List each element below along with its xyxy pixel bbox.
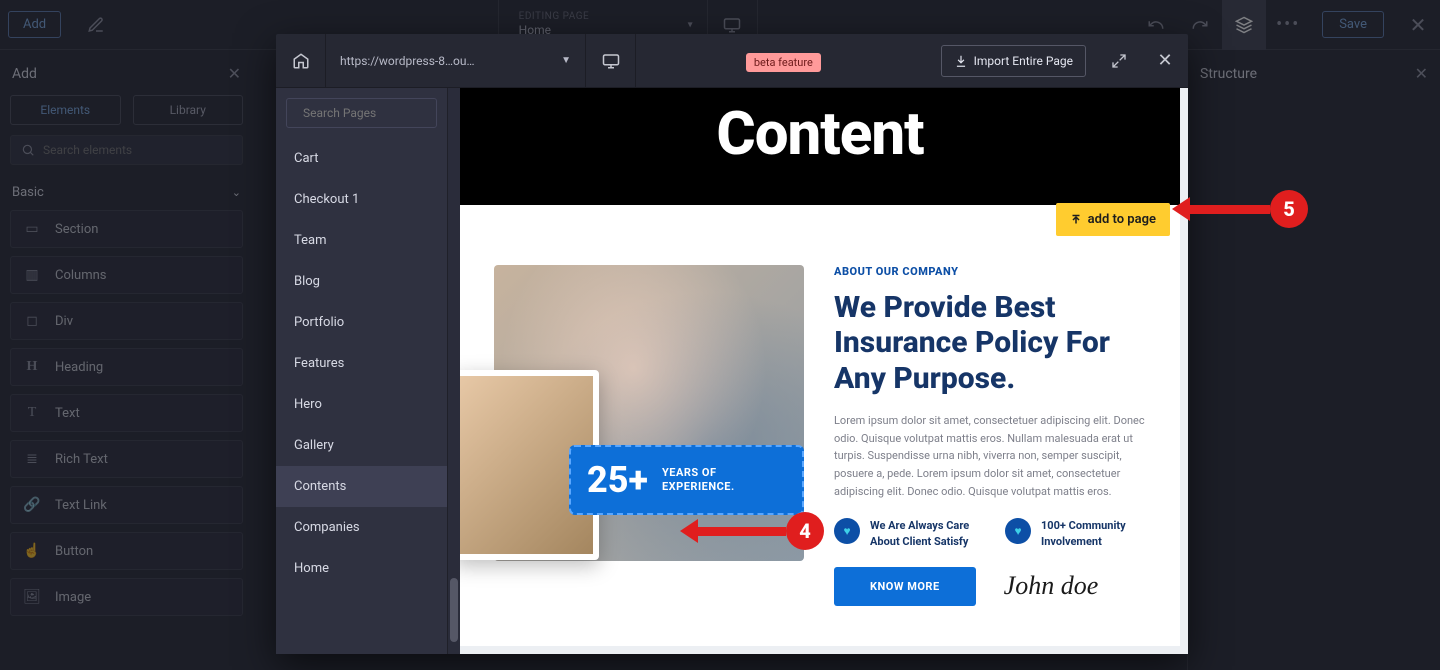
feature-text: 100+ Community Involvement bbox=[1041, 518, 1146, 549]
hero-title: Content bbox=[460, 98, 1180, 169]
stat-label: YEARS OF EXPERIENCE. bbox=[662, 466, 786, 495]
eyebrow-text: ABOUT OUR COMPANY bbox=[834, 265, 1146, 278]
download-icon bbox=[954, 54, 968, 68]
home-icon[interactable] bbox=[276, 34, 326, 88]
import-label: Import Entire Page bbox=[974, 54, 1073, 68]
import-modal: https://wordpress-8…ou… ▼ beta feature I… bbox=[276, 34, 1188, 654]
desktop-view-icon[interactable] bbox=[586, 34, 636, 88]
about-paragraph: Lorem ipsum dolor sit amet, consectetuer… bbox=[834, 412, 1146, 500]
upload-icon bbox=[1070, 214, 1082, 226]
beta-badge: beta feature bbox=[746, 51, 821, 70]
hero-section: Content bbox=[460, 88, 1180, 205]
page-item-checkout[interactable]: Checkout 1 bbox=[276, 179, 447, 220]
years-badge: 25+ YEARS OF EXPERIENCE. bbox=[569, 445, 804, 515]
page-item-cart[interactable]: Cart bbox=[276, 138, 447, 179]
scrollbar-thumb[interactable] bbox=[450, 578, 458, 642]
about-section: 25+ YEARS OF EXPERIENCE. ABOUT OUR COMPA… bbox=[460, 205, 1180, 646]
pages-list[interactable]: Cart Checkout 1 Team Blog Portfolio Feat… bbox=[276, 138, 447, 654]
close-modal-icon[interactable]: ✕ bbox=[1142, 50, 1188, 71]
search-pages-field[interactable] bbox=[303, 106, 459, 120]
page-item-contents[interactable]: Contents bbox=[276, 466, 447, 507]
page-item-gallery[interactable]: Gallery bbox=[276, 425, 447, 466]
page-item-portfolio[interactable]: Portfolio bbox=[276, 302, 447, 343]
pages-scrollbar[interactable] bbox=[448, 88, 460, 654]
know-more-button[interactable]: KNOW MORE bbox=[834, 567, 976, 606]
pages-sidebar: Cart Checkout 1 Team Blog Portfolio Feat… bbox=[276, 88, 448, 654]
page-item-features[interactable]: Features bbox=[276, 343, 447, 384]
page-item-companies[interactable]: Companies bbox=[276, 507, 447, 548]
about-headline: We Provide Best Insurance Policy For Any… bbox=[834, 290, 1146, 396]
about-image-group: 25+ YEARS OF EXPERIENCE. bbox=[494, 265, 804, 606]
import-entire-page-button[interactable]: Import Entire Page bbox=[941, 45, 1086, 77]
signature: John doe bbox=[1004, 571, 1099, 601]
search-pages-input[interactable] bbox=[286, 98, 437, 128]
url-selector[interactable]: https://wordpress-8…ou… ▼ bbox=[326, 34, 586, 88]
feature-2: ♥ 100+ Community Involvement bbox=[1005, 518, 1146, 549]
page-item-hero[interactable]: Hero bbox=[276, 384, 447, 425]
page-item-team[interactable]: Team bbox=[276, 220, 447, 261]
expand-icon[interactable] bbox=[1096, 53, 1142, 69]
url-text: https://wordpress-8…ou… bbox=[340, 54, 475, 68]
feature-text: We Are Always Care About Client Satisfy bbox=[870, 518, 975, 549]
add-to-page-label: add to page bbox=[1088, 212, 1156, 227]
stat-value: 25+ bbox=[587, 459, 648, 501]
heart-icon: ♥ bbox=[834, 518, 860, 544]
add-to-page-button[interactable]: add to page bbox=[1056, 203, 1170, 236]
page-item-blog[interactable]: Blog bbox=[276, 261, 447, 302]
heart-icon: ♥ bbox=[1005, 518, 1031, 544]
page-preview: Content add to page 25+ YEARS OF EXPERIE… bbox=[460, 88, 1188, 654]
preview-canvas[interactable]: Content add to page 25+ YEARS OF EXPERIE… bbox=[460, 88, 1180, 646]
feature-1: ♥ We Are Always Care About Client Satisf… bbox=[834, 518, 975, 549]
page-item-home[interactable]: Home bbox=[276, 548, 447, 589]
caret-down-icon: ▼ bbox=[561, 55, 571, 66]
